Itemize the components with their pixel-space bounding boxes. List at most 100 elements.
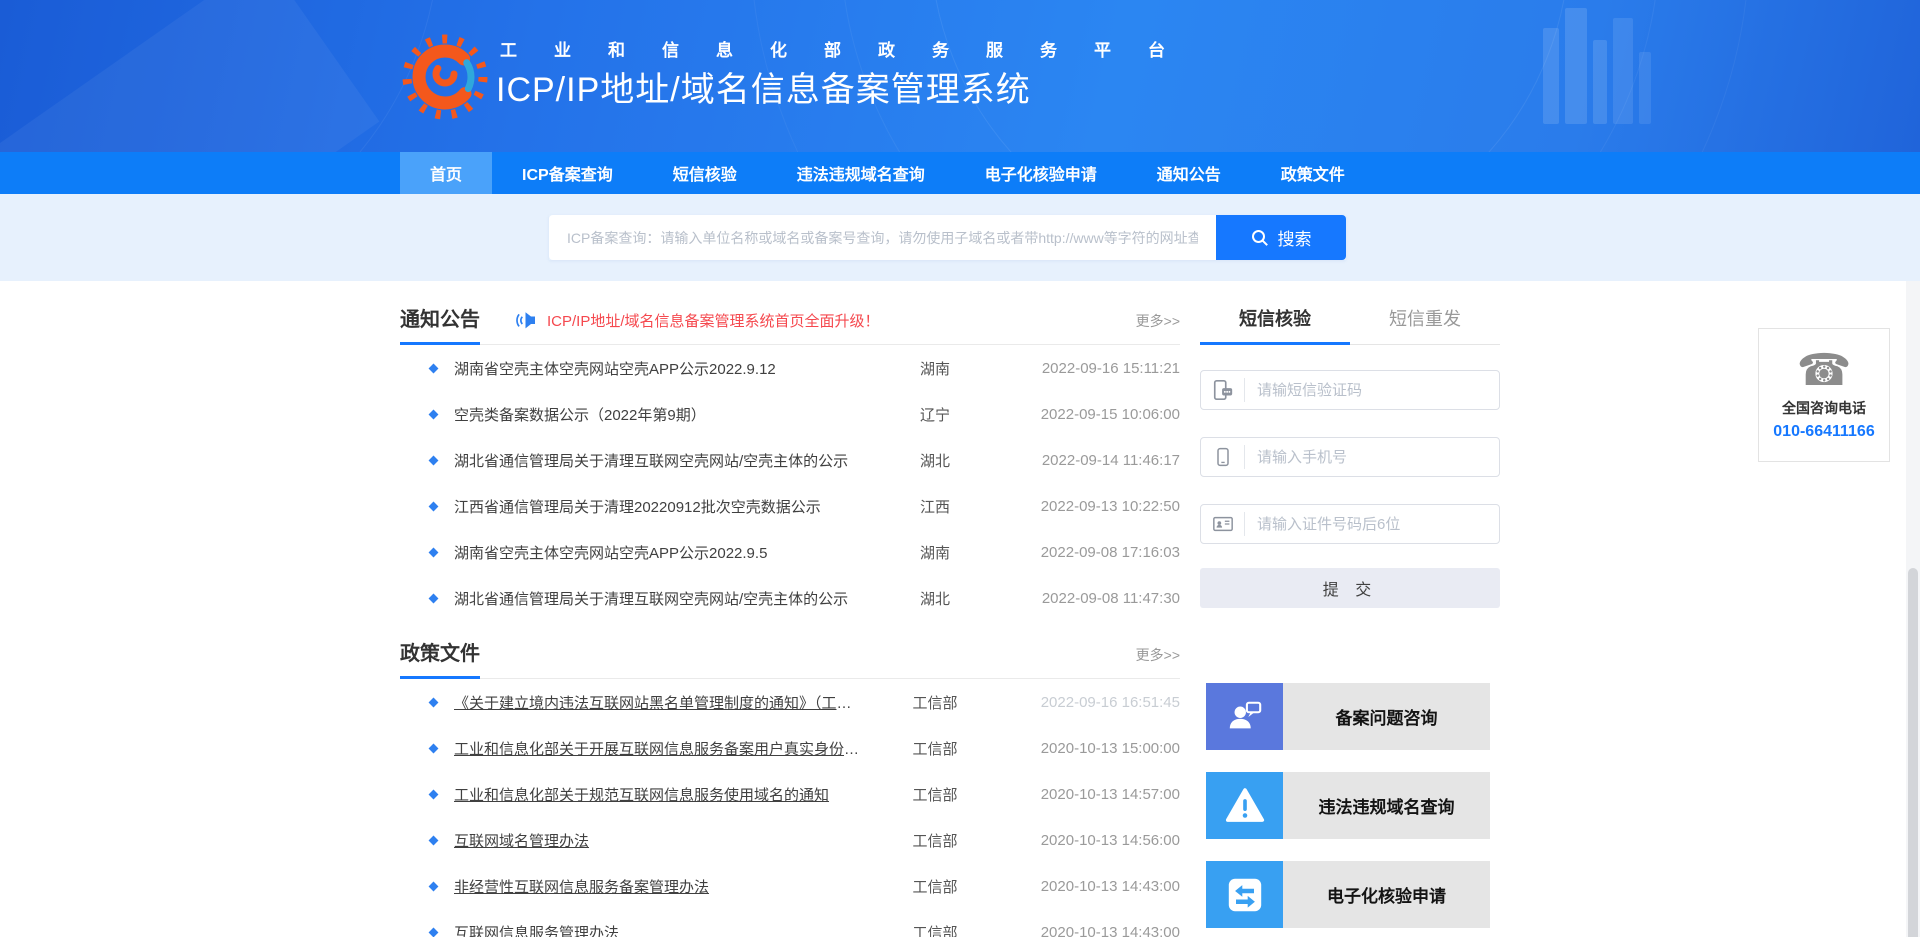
building-graphic <box>1639 52 1651 124</box>
warning-icon <box>1206 772 1283 839</box>
diamond-bullet-icon <box>429 743 439 753</box>
nav-item-illegal-domain-query[interactable]: 违法违规域名查询 <box>767 152 955 194</box>
building-graphic <box>1543 28 1559 124</box>
notice-region: 湖北 <box>860 588 1010 609</box>
diamond-bullet-icon <box>429 363 439 373</box>
notice-region: 湖南 <box>860 358 1010 379</box>
policy-row: 互联网信息服务管理办法 工信部 2020-10-13 14:43:00 <box>400 909 1180 937</box>
notice-row: 湖南省空壳主体空壳网站空壳APP公示2022.9.12 湖南 2022-09-1… <box>400 345 1180 391</box>
policy-source: 工信部 <box>860 876 1010 897</box>
diamond-bullet-icon <box>429 501 439 511</box>
nav-item-e-verification[interactable]: 电子化核验申请 <box>955 152 1127 194</box>
search-icon <box>1251 229 1269 247</box>
tab-sms-verify[interactable]: 短信核验 <box>1200 305 1350 344</box>
nav-item-notices[interactable]: 通知公告 <box>1127 152 1251 194</box>
notice-region: 江西 <box>860 496 1010 517</box>
policy-source: 工信部 <box>860 692 1010 713</box>
policy-title[interactable]: 《关于建立境内违法互联网站黑名单管理制度的通知》（工信部联 <box>454 692 860 713</box>
announcement-link[interactable]: ICP/IP地址/域名信息备案管理系统首页全面升级！ <box>516 310 880 344</box>
policies-section-title: 政策文件 <box>400 637 480 678</box>
diamond-bullet-icon <box>429 455 439 465</box>
content-left-column: 通知公告 ICP/IP地址/域名信息备案管理系统首页全面升级！ 更多>> 湖南省… <box>400 281 1180 937</box>
notice-region: 湖北 <box>860 450 1010 471</box>
notice-time: 2022-09-13 10:22:50 <box>1010 498 1180 515</box>
mobile-input[interactable] <box>1245 449 1499 466</box>
notice-row: 湖北省通信管理局关于清理互联网空壳网站/空壳主体的公示 湖北 2022-09-1… <box>400 437 1180 483</box>
sms-tabs: 短信核验 短信重发 <box>1200 281 1500 345</box>
search-section: 搜索 <box>0 194 1920 281</box>
contact-phone-number: 010-66411166 <box>1773 423 1874 441</box>
policy-title[interactable]: 互联网信息服务管理办法 <box>454 922 860 937</box>
policy-row: 工业和信息化部关于规范互联网信息服务使用域名的通知 工信部 2020-10-13… <box>400 771 1180 817</box>
sms-code-input[interactable] <box>1245 382 1499 399</box>
notice-title[interactable]: 湖南省空壳主体空壳网站空壳APP公示2022.9.5 <box>454 542 860 563</box>
sms-verification-panel: 短信核验 短信重发 <box>1200 281 1500 608</box>
policy-time: 2020-10-13 14:43:00 <box>1010 924 1180 937</box>
policy-row: 工业和信息化部关于开展互联网信息服务备案用户真实身份信息电 工信部 2020-1… <box>400 725 1180 771</box>
building-graphic <box>1565 8 1587 124</box>
policy-row: 《关于建立境内违法互联网站黑名单管理制度的通知》（工信部联 工信部 2022-0… <box>400 679 1180 725</box>
policy-time: 2020-10-13 15:00:00 <box>1010 740 1180 757</box>
notice-title[interactable]: 江西省通信管理局关于清理20220912批次空壳数据公示 <box>454 496 860 517</box>
submit-button[interactable]: 提 交 <box>1200 568 1500 608</box>
nav-item-home[interactable]: 首页 <box>400 152 492 194</box>
quick-link-e-verification[interactable]: 电子化核验申请 <box>1206 861 1490 928</box>
notice-region: 辽宁 <box>860 404 1010 425</box>
notice-title[interactable]: 湖南省空壳主体空壳网站空壳APP公示2022.9.12 <box>454 358 860 379</box>
policy-title[interactable]: 工业和信息化部关于规范互联网信息服务使用域名的通知 <box>454 784 860 805</box>
platform-title: 工业和信息化部政务服务平台 <box>500 36 1202 61</box>
nav-item-icp-query[interactable]: ICP备案查询 <box>492 152 643 194</box>
nav-item-policies[interactable]: 政策文件 <box>1251 152 1375 194</box>
scrollbar-thumb[interactable] <box>1908 568 1918 937</box>
policy-row: 非经营性互联网信息服务备案管理办法 工信部 2020-10-13 14:43:0… <box>400 863 1180 909</box>
diamond-bullet-icon <box>429 789 439 799</box>
miit-logo-icon <box>398 28 492 126</box>
notices-section-header: 通知公告 ICP/IP地址/域名信息备案管理系统首页全面升级！ 更多>> <box>400 281 1180 345</box>
quick-link-illegal-domain[interactable]: 违法违规域名查询 <box>1206 772 1490 839</box>
sms-code-icon <box>1201 378 1245 402</box>
quick-link-consult[interactable]: 备案问题咨询 <box>1206 683 1490 750</box>
policy-title[interactable]: 非经营性互联网信息服务备案管理办法 <box>454 876 860 897</box>
tab-sms-resend[interactable]: 短信重发 <box>1350 305 1500 344</box>
notice-row: 湖南省空壳主体空壳网站空壳APP公示2022.9.5 湖南 2022-09-08… <box>400 529 1180 575</box>
policies-more-link[interactable]: 更多>> <box>1136 645 1180 678</box>
transfer-icon <box>1206 861 1283 928</box>
search-button[interactable]: 搜索 <box>1216 215 1346 260</box>
notice-title[interactable]: 湖北省通信管理局关于清理互联网空壳网站/空壳主体的公示 <box>454 450 860 471</box>
nav-item-sms-verify[interactable]: 短信核验 <box>643 152 767 194</box>
notice-region: 湖南 <box>860 542 1010 563</box>
system-title: ICP/IP地址/域名信息备案管理系统 <box>496 62 1031 111</box>
notice-row: 空壳类备案数据公示（2022年第9期） 辽宁 2022-09-15 10:06:… <box>400 391 1180 437</box>
id-card-input[interactable] <box>1245 516 1499 533</box>
telephone-icon: ☎ <box>1797 349 1852 393</box>
notices-more-link[interactable]: 更多>> <box>1136 311 1180 344</box>
policy-time: 2022-09-16 16:51:45 <box>1010 694 1180 711</box>
contact-label: 全国咨询电话 <box>1782 398 1866 418</box>
quick-link-label: 备案问题咨询 <box>1283 683 1490 750</box>
policy-time: 2020-10-13 14:56:00 <box>1010 832 1180 849</box>
notice-time: 2022-09-08 11:47:30 <box>1010 590 1180 607</box>
search-button-label: 搜索 <box>1278 225 1312 250</box>
consult-icon <box>1206 683 1283 750</box>
scrollbar-track <box>1906 281 1920 937</box>
diamond-bullet-icon <box>429 697 439 707</box>
policy-title[interactable]: 互联网域名管理办法 <box>454 830 860 851</box>
building-graphic <box>1613 18 1633 124</box>
notice-time: 2022-09-16 15:11:21 <box>1010 360 1180 377</box>
notice-time: 2022-09-08 17:16:03 <box>1010 544 1180 561</box>
announcement-text: ICP/IP地址/域名信息备案管理系统首页全面升级！ <box>547 310 880 331</box>
icp-search-input[interactable] <box>549 215 1216 260</box>
diamond-bullet-icon <box>429 593 439 603</box>
diamond-bullet-icon <box>429 835 439 845</box>
diamond-bullet-icon <box>429 409 439 419</box>
policies-section-header: 政策文件 更多>> <box>400 627 1180 679</box>
policy-title[interactable]: 工业和信息化部关于开展互联网信息服务备案用户真实身份信息电 <box>454 738 860 759</box>
notice-time: 2022-09-14 11:46:17 <box>1010 452 1180 469</box>
search-box: 搜索 <box>549 215 1346 260</box>
main-nav: 首页 ICP备案查询 短信核验 违法违规域名查询 电子化核验申请 通知公告 政策… <box>0 152 1920 194</box>
notice-title[interactable]: 湖北省通信管理局关于清理互联网空壳网站/空壳主体的公示 <box>454 588 860 609</box>
notice-title[interactable]: 空壳类备案数据公示（2022年第9期） <box>454 404 860 425</box>
policies-list: 《关于建立境内违法互联网站黑名单管理制度的通知》（工信部联 工信部 2022-0… <box>400 679 1180 937</box>
quick-link-label: 电子化核验申请 <box>1283 861 1490 928</box>
mobile-icon <box>1201 445 1245 469</box>
